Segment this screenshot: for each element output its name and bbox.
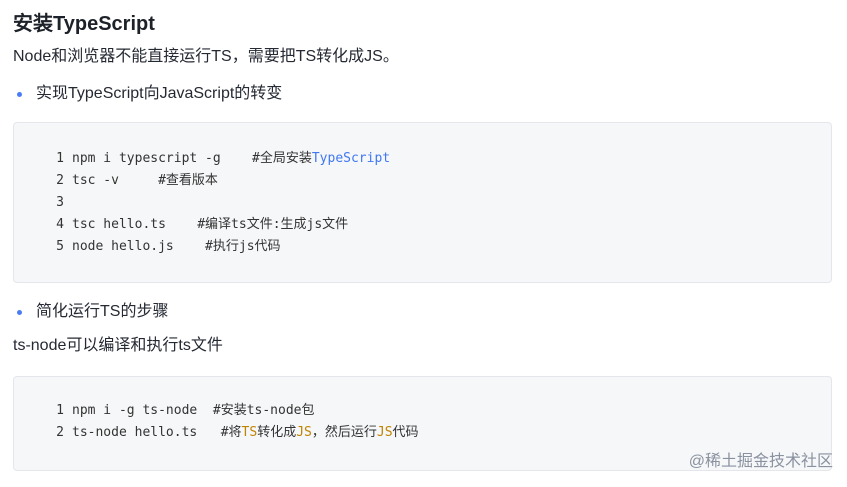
line-number: 1 bbox=[56, 403, 64, 418]
ts-node-paragraph: ts-node可以编译和执行ts文件 bbox=[13, 337, 223, 354]
bullet-item-2-label: 简化运行TS的步骤 bbox=[36, 303, 169, 320]
code-line: 2 ts-node hello.ts #将TS转化成JS，然后运行JS代码 bbox=[50, 422, 419, 444]
section-heading: 安装TypeScript bbox=[13, 13, 155, 35]
code-line: 1 npm i typescript -g #全局安装TypeScript bbox=[50, 148, 390, 170]
code-text: ，然后运行 bbox=[311, 425, 377, 440]
bullet-item-1: 实现TypeScript向JavaScript的转变 bbox=[13, 83, 282, 105]
code-text: tsc -v #查看版本 bbox=[72, 173, 218, 188]
code-text: npm i -g ts-node #安装ts-node包 bbox=[72, 403, 315, 418]
code-line: 1 npm i -g ts-node #安装ts-node包 bbox=[50, 400, 315, 422]
line-number: 4 bbox=[56, 217, 64, 232]
code-highlight: TypeScript bbox=[311, 151, 391, 166]
code-line: 3 bbox=[50, 192, 72, 214]
line-number: 1 bbox=[56, 151, 64, 166]
brand-watermark: @稀土掘金技术社区 bbox=[688, 453, 833, 470]
code-block-install[interactable]: 1 npm i typescript -g #全局安装TypeScript 2 ts… bbox=[13, 122, 832, 283]
code-text: ts-node hello.ts #将 bbox=[72, 425, 242, 440]
code-text: 转化成 bbox=[257, 425, 297, 440]
code-text: 代码 bbox=[392, 425, 419, 440]
code-highlight: TS bbox=[241, 425, 258, 440]
code-highlight: JS bbox=[296, 425, 312, 440]
code-text: tsc hello.ts #编译ts文件:生成js文件 bbox=[72, 217, 349, 232]
line-number: 5 bbox=[56, 239, 64, 254]
code-line: 5 node hello.js #执行js代码 bbox=[50, 236, 281, 258]
bullet-item-2: 简化运行TS的步骤 bbox=[13, 301, 168, 323]
bullet-item-1-label: 实现TypeScript向JavaScript的转变 bbox=[36, 85, 283, 102]
code-text: node hello.js #执行js代码 bbox=[72, 239, 281, 254]
bullet-dot-icon bbox=[17, 309, 22, 315]
code-line: 4 tsc hello.ts #编译ts文件:生成js文件 bbox=[50, 214, 348, 236]
code-line: 2 tsc -v #查看版本 bbox=[50, 170, 218, 192]
intro-paragraph: Node和浏览器不能直接运行TS，需要把TS转化成JS。 bbox=[13, 48, 399, 65]
line-number: 2 bbox=[56, 425, 64, 440]
bullet-dot-icon bbox=[17, 91, 22, 97]
article-page: 安装TypeScript Node和浏览器不能直接运行TS，需要把TS转化成JS… bbox=[0, 0, 847, 487]
line-number: 3 bbox=[56, 195, 64, 210]
line-number: 2 bbox=[56, 173, 64, 188]
code-highlight: JS bbox=[376, 425, 393, 440]
code-text: npm i typescript -g #全局安装 bbox=[72, 151, 312, 166]
